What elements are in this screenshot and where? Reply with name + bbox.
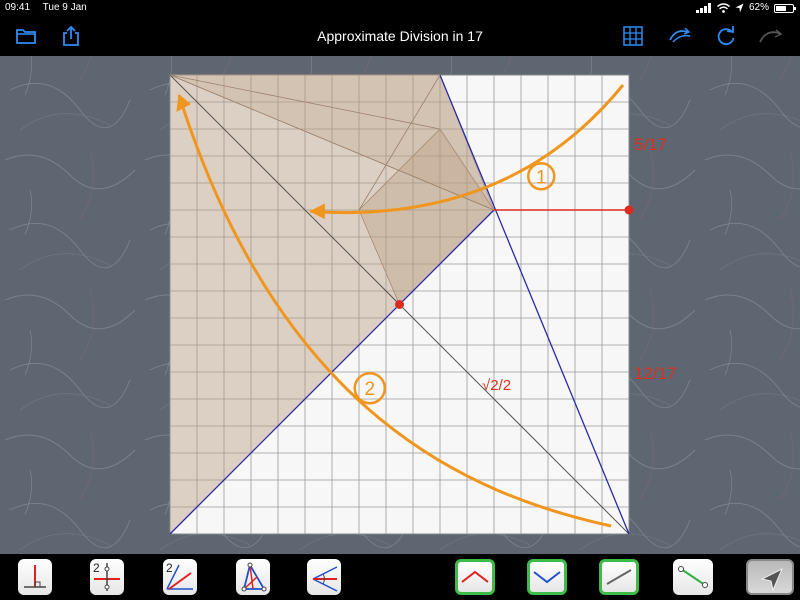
reference-point-edge[interactable] bbox=[624, 205, 634, 215]
signal-icon bbox=[695, 3, 711, 13]
redo-disabled-icon bbox=[757, 24, 783, 48]
reference-point-intersection[interactable] bbox=[395, 300, 404, 309]
status-bar: 09:41 Tue 9 Jan 62% bbox=[0, 0, 800, 16]
location-icon bbox=[735, 3, 744, 13]
mountain-fold-icon[interactable] bbox=[527, 559, 567, 595]
status-time: 09:41 bbox=[5, 2, 31, 13]
valley-fold-icon[interactable] bbox=[455, 559, 495, 595]
redo-icon[interactable] bbox=[714, 24, 738, 48]
angle-tool-icon[interactable] bbox=[307, 559, 341, 595]
midpoint-tool-icon[interactable]: 2 bbox=[90, 559, 124, 595]
svg-text:2: 2 bbox=[93, 561, 100, 575]
triangle-tool-icon[interactable] bbox=[236, 559, 270, 595]
status-date: Tue 9 Jan bbox=[42, 2, 87, 13]
grid-icon[interactable] bbox=[621, 24, 645, 48]
folder-icon[interactable] bbox=[14, 24, 38, 48]
fraction-label-5-17: 5/17 bbox=[634, 135, 667, 154]
wifi-icon bbox=[717, 3, 730, 13]
share-icon[interactable] bbox=[59, 24, 83, 48]
perpendicular-tool-icon[interactable] bbox=[18, 559, 52, 595]
bisect-tool-icon[interactable]: 2 bbox=[163, 559, 197, 595]
cursor-icon[interactable] bbox=[746, 559, 794, 595]
segment-icon[interactable] bbox=[673, 559, 713, 595]
svg-text:2: 2 bbox=[166, 561, 173, 575]
battery-fill bbox=[776, 5, 786, 11]
step-1-label: 1 bbox=[536, 167, 547, 188]
battery-percent: 62% bbox=[748, 2, 769, 13]
undo-swoop-icon[interactable] bbox=[668, 24, 692, 48]
canvas-area[interactable]: 1 2 5/17 12/17 √2/2 bbox=[0, 56, 800, 554]
navigation-bar: Approximate Division in 17 bbox=[0, 16, 800, 56]
origami-diagram[interactable]: 1 2 5/17 12/17 √2/2 bbox=[0, 56, 800, 554]
step-2-label: 2 bbox=[365, 379, 376, 400]
status-right: 62% bbox=[695, 0, 796, 16]
bottom-toolbar: 2 2 bbox=[0, 554, 800, 600]
crease-icon[interactable] bbox=[599, 559, 639, 595]
fraction-label-12-17: 12/17 bbox=[634, 364, 677, 383]
status-left: 09:41 Tue 9 Jan bbox=[5, 0, 97, 16]
sqrt2-over-2-label: √2/2 bbox=[482, 377, 511, 394]
battery-icon bbox=[774, 3, 796, 13]
